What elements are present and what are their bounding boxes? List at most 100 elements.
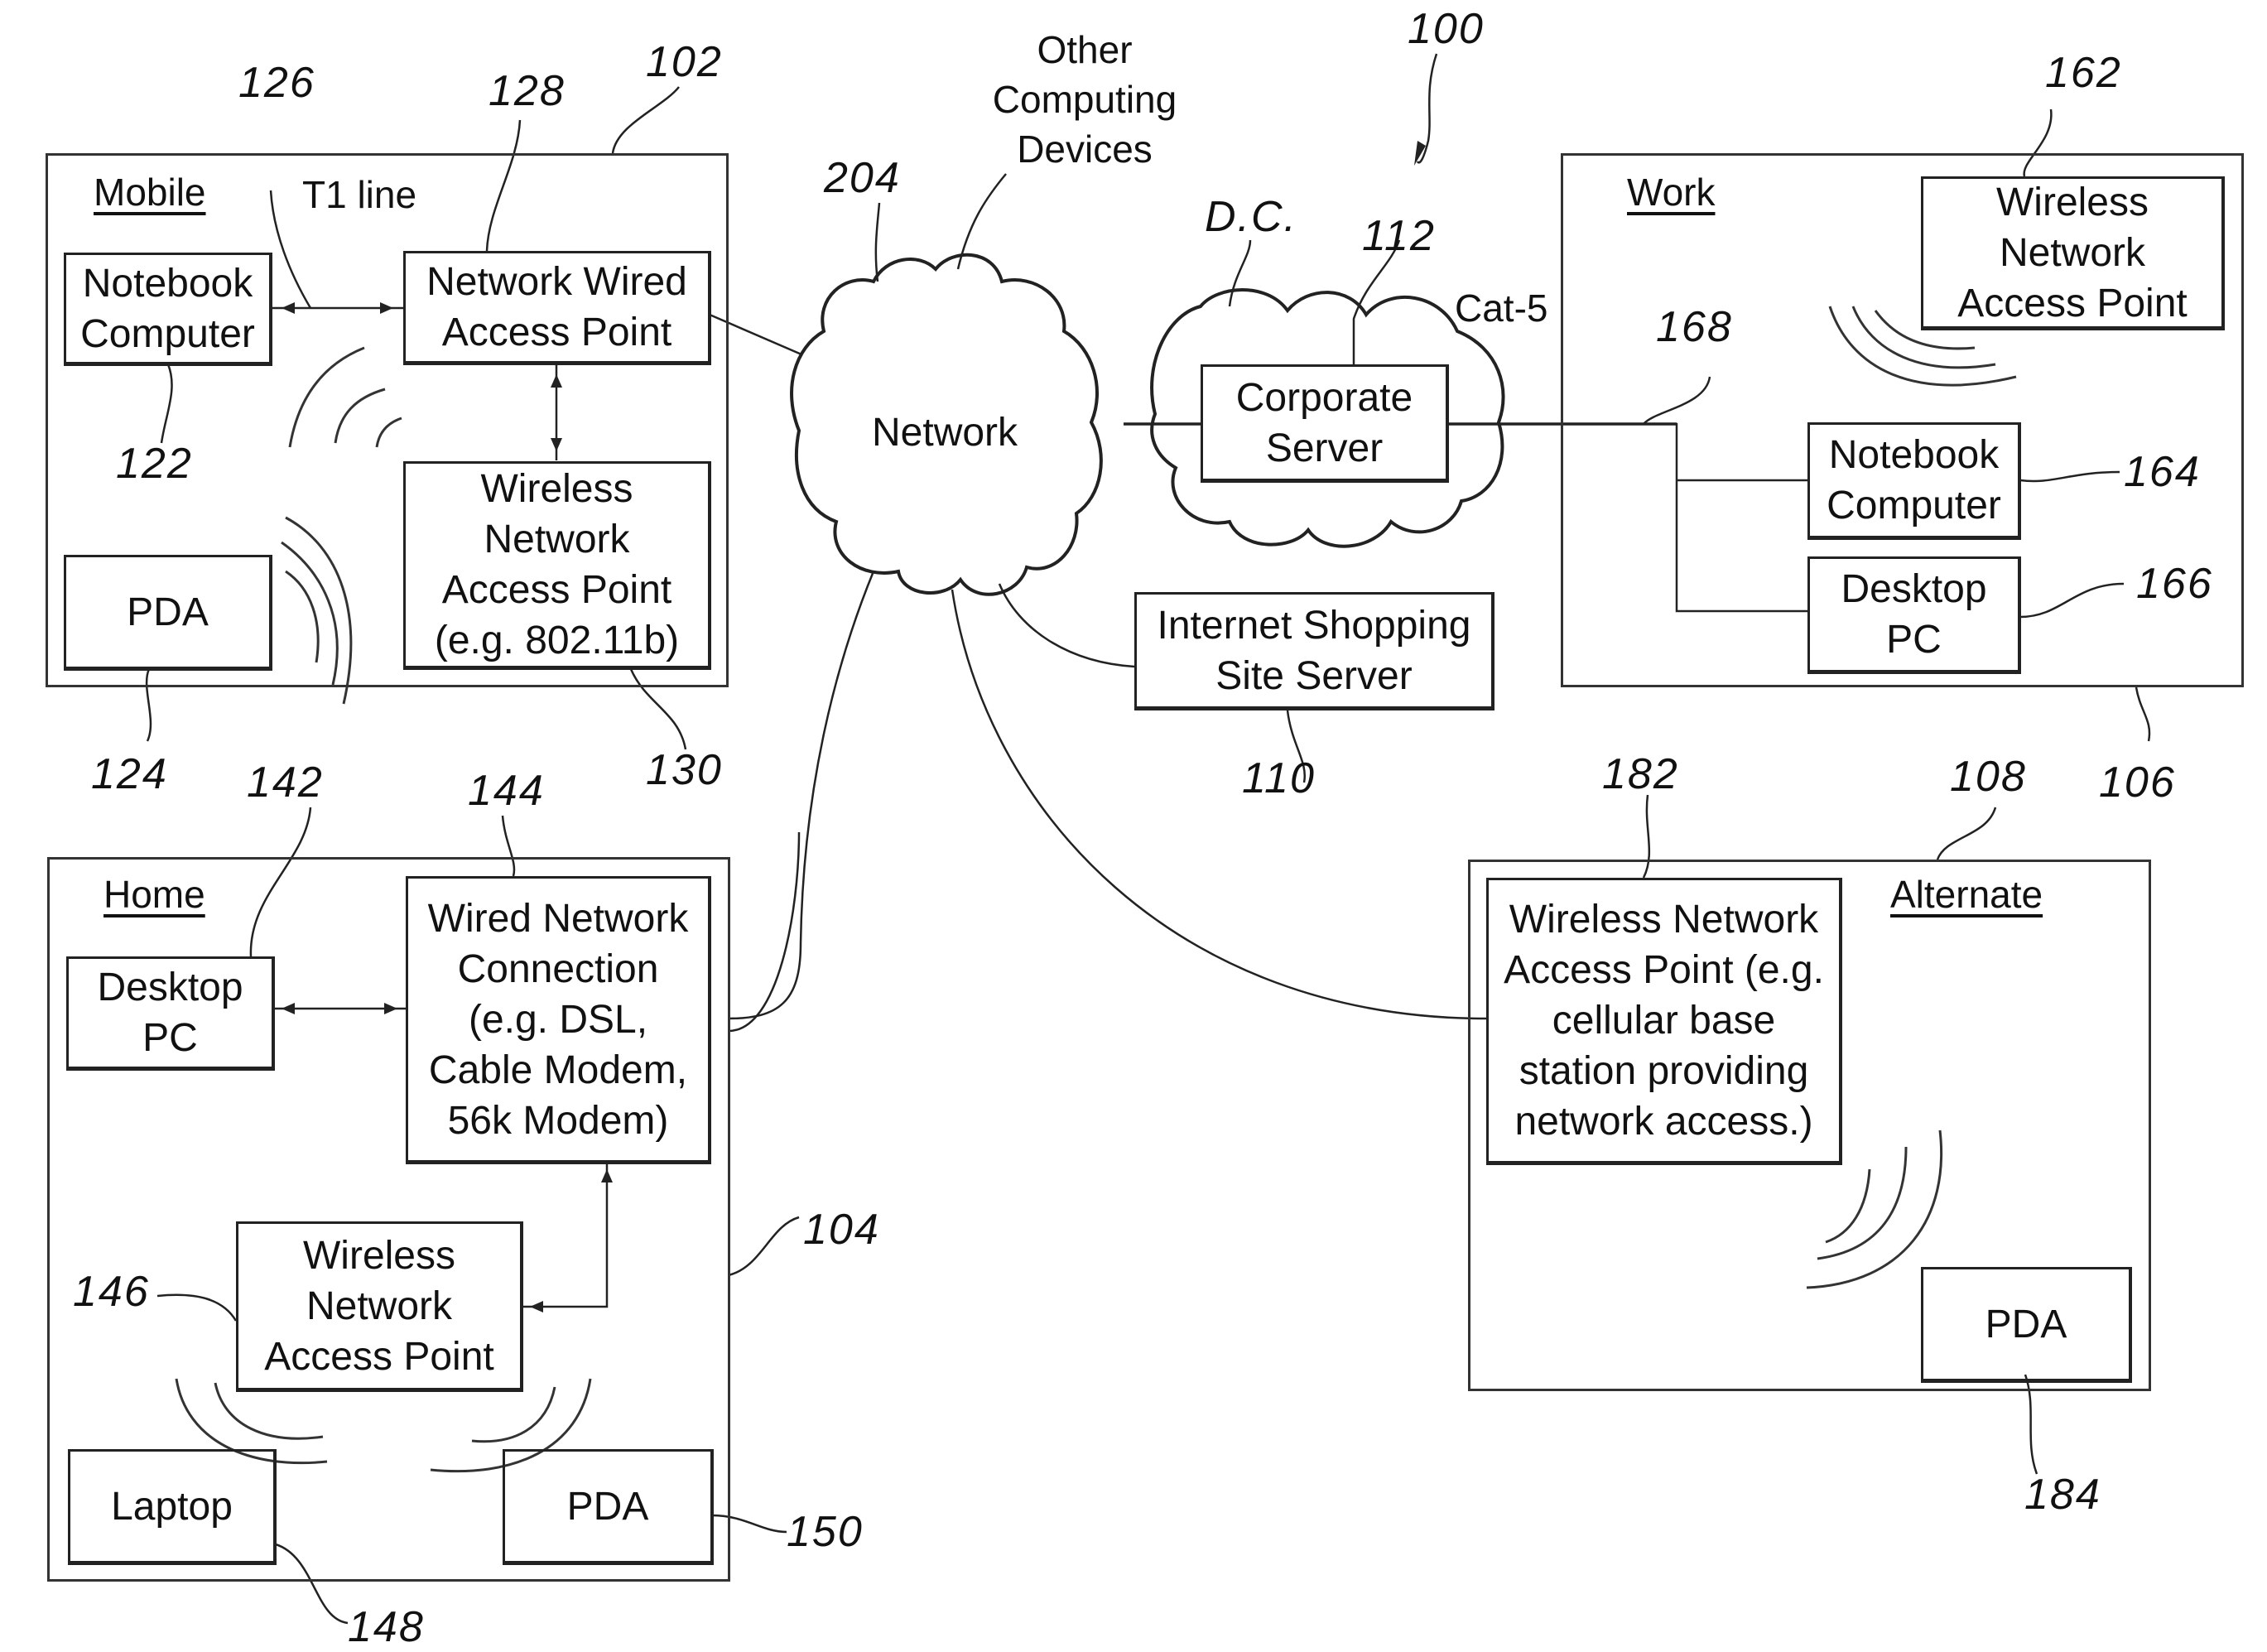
node-label: Cable Modem, <box>428 1048 688 1092</box>
mobile-wireless-network-access-point[interactable]: Wireless Network Access Point (e.g. 802.… <box>403 461 711 670</box>
node-label: Wireless <box>480 467 633 511</box>
node-label: Access Point <box>264 1334 494 1379</box>
leader-204 <box>874 202 881 282</box>
node-label: Access Point <box>1957 281 2188 325</box>
home-title: Home <box>103 873 205 916</box>
corporate-server[interactable]: Corporate Server <box>1201 364 1449 483</box>
alternate-wireless-network-access-point[interactable]: Wireless Network Access Point (e.g. cell… <box>1486 878 1842 1165</box>
ref-106: 106 <box>2099 759 2176 807</box>
ref-182: 182 <box>1602 750 1679 798</box>
home-wired-network-connection[interactable]: Wired Network Connection (e.g. DSL, Cabl… <box>406 876 711 1164</box>
work-title: Work <box>1627 171 1716 214</box>
alternate-title: Alternate <box>1890 873 2043 916</box>
node-label: PDA <box>1985 1302 2067 1346</box>
node-label: Computer <box>80 311 255 356</box>
internet-shopping-site-server[interactable]: Internet Shopping Site Server <box>1134 592 1494 710</box>
mobile-pda[interactable]: PDA <box>64 555 272 671</box>
node-label: Desktop <box>1841 567 1987 611</box>
node-label: Server <box>1265 426 1384 470</box>
node-label: PDA <box>566 1484 649 1529</box>
mobile-network-wired-access-point[interactable]: Network Wired Access Point <box>403 251 711 365</box>
work-desktop-pc[interactable]: Desktop PC <box>1807 556 2021 674</box>
ref-124: 124 <box>91 750 168 798</box>
node-label: PDA <box>127 590 209 634</box>
leader-108 <box>1936 807 1997 860</box>
node-label: Wireless <box>1995 180 2149 224</box>
ref-162: 162 <box>2045 49 2122 97</box>
ref-130: 130 <box>646 746 723 794</box>
ref-100: 100 <box>1408 5 1485 53</box>
node-label: Network <box>306 1284 453 1328</box>
node-label: Wireless <box>302 1233 455 1278</box>
mobile-notebook-computer[interactable]: Notebook Computer <box>64 253 272 366</box>
ref-126: 126 <box>238 59 315 107</box>
ref-122: 122 <box>116 440 193 488</box>
ref-144: 144 <box>468 767 545 815</box>
work-notebook-computer[interactable]: Notebook Computer <box>1807 422 2021 540</box>
node-label: PC <box>142 1016 198 1060</box>
ref-128: 128 <box>489 67 566 115</box>
ref-dc: D.C. <box>1205 193 1297 241</box>
node-label: network access.) <box>1514 1100 1813 1144</box>
node-label: (e.g. 802.11b) <box>434 619 680 662</box>
leader-102 <box>611 86 680 154</box>
ref-164: 164 <box>2124 448 2201 496</box>
ref-108: 108 <box>1950 753 2027 801</box>
leader-dc <box>1228 239 1252 307</box>
label-line: Devices <box>1017 128 1153 171</box>
node-label: Network <box>484 518 630 561</box>
node-label: Wired Network <box>427 896 689 941</box>
leader-104 <box>728 831 801 1033</box>
network-label: Network <box>872 411 1018 455</box>
other-computing-devices-label: Other Computing Devices <box>977 25 1192 174</box>
node-label: Internet Shopping <box>1157 603 1471 648</box>
work-wireless-network-access-point[interactable]: Wireless Network Access Point <box>1921 176 2225 330</box>
network-home-link <box>728 571 875 1020</box>
home-desktop-pc[interactable]: Desktop PC <box>66 956 275 1071</box>
t1-line-label: T1 line <box>302 173 417 216</box>
node-label: PC <box>1886 618 1942 662</box>
node-label: 56k Modem) <box>447 1098 669 1143</box>
node-label: Notebook <box>1828 433 2000 477</box>
ref-146: 146 <box>73 1268 150 1316</box>
label-line: Other <box>1037 28 1133 71</box>
node-label: (e.g. DSL, <box>468 997 648 1042</box>
node-label: Desktop <box>97 966 243 1009</box>
node-label: Access Point <box>441 311 672 354</box>
ref-204: 204 <box>824 154 901 202</box>
leader-106 <box>2135 686 2151 742</box>
home-laptop[interactable]: Laptop <box>68 1449 277 1565</box>
node-label: Network Wired <box>426 260 687 304</box>
node-label: Computer <box>1827 484 2001 527</box>
node-label: Connection <box>457 946 659 991</box>
ref-184: 184 <box>2024 1471 2101 1519</box>
node-label: Access Point (e.g. <box>1504 948 1824 992</box>
ref-150: 150 <box>787 1508 864 1556</box>
node-label: Laptop <box>111 1484 233 1529</box>
mobile-title: Mobile <box>94 171 206 214</box>
cat5-label: Cat-5 <box>1455 287 1548 330</box>
ref-110: 110 <box>1242 754 1316 802</box>
ref-142: 142 <box>247 759 324 807</box>
ref-104: 104 <box>803 1206 880 1254</box>
home-wireless-network-access-point[interactable]: Wireless Network Access Point <box>236 1221 523 1392</box>
leader-104b <box>728 1216 800 1277</box>
label-line: Computing <box>992 78 1177 121</box>
ref-102: 102 <box>646 38 723 86</box>
ref-168: 168 <box>1656 303 1733 351</box>
node-label: Wireless Network <box>1509 898 1819 942</box>
node-label: Access Point <box>441 568 672 612</box>
ref-166: 166 <box>2136 560 2213 608</box>
node-label: Network <box>1999 230 2146 275</box>
home-pda[interactable]: PDA <box>503 1449 714 1565</box>
network-environment-diagram: 100 Other Computing Devices 204 Network … <box>0 0 2267 1651</box>
node-label: station providing <box>1519 1049 1809 1093</box>
ref-148: 148 <box>348 1603 425 1651</box>
node-label: Corporate <box>1235 375 1413 420</box>
node-label: Notebook <box>82 261 253 306</box>
node-label: Site Server <box>1215 653 1413 698</box>
alternate-pda[interactable]: PDA <box>1921 1267 2132 1383</box>
ref-112: 112 <box>1362 212 1436 260</box>
network-shopping-link <box>998 583 1135 668</box>
node-label: cellular base <box>1552 999 1776 1043</box>
